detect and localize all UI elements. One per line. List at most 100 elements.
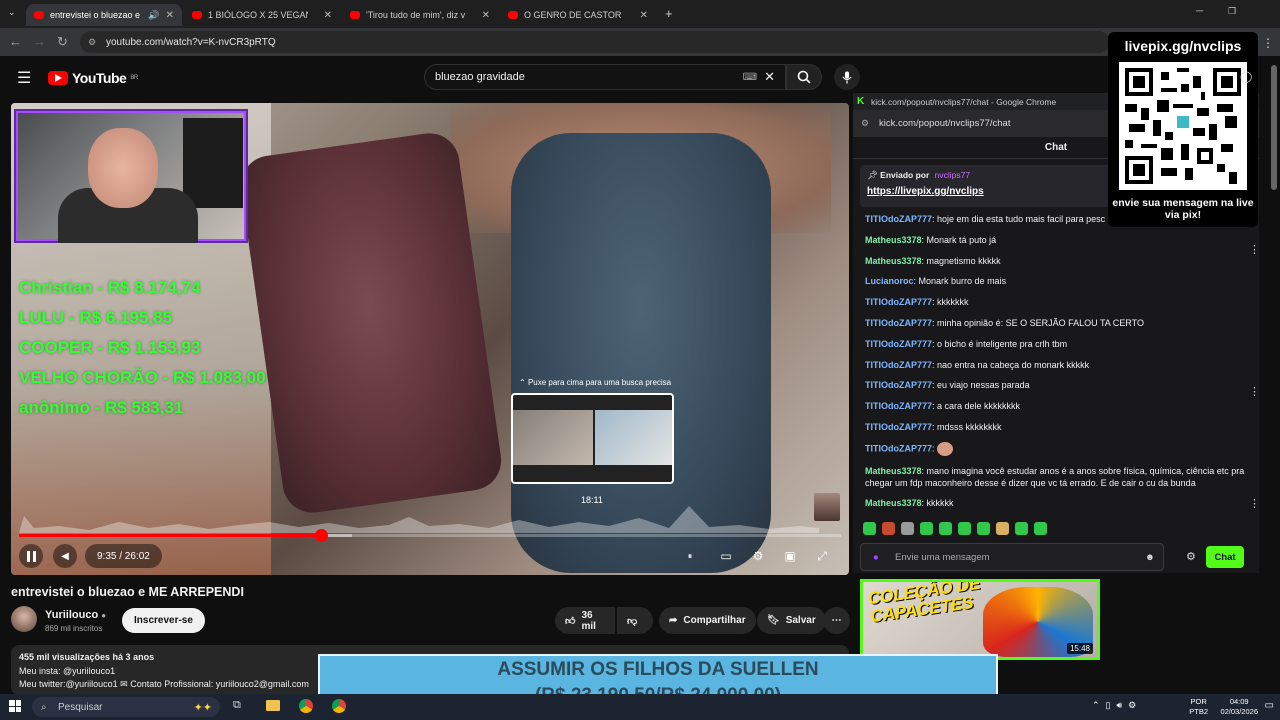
tab-4-close-icon[interactable]: ✕ xyxy=(640,10,648,21)
donor-item: anônimo - R$ 583,31 xyxy=(19,398,184,417)
tab-1-close-icon[interactable]: ✕ xyxy=(166,10,174,21)
chat-more-icon[interactable]: ⋮ xyxy=(1249,385,1260,398)
forward-icon[interactable]: → xyxy=(33,34,46,49)
pinned-message[interactable]: 📌︎ Enviado por nvclips77 https://livepix… xyxy=(860,165,1115,207)
clock-time: 04:09 xyxy=(1229,697,1249,706)
volume-button[interactable]: ◀ xyxy=(53,544,77,568)
chat-message-input[interactable]: ● Envie uma mensagem ☻ xyxy=(860,543,1164,571)
chrome-icon[interactable] xyxy=(299,699,313,713)
chat-more-icon[interactable]: ⋮ xyxy=(1249,243,1260,256)
tab-2-close-icon[interactable]: ✕ xyxy=(324,10,332,21)
recommended-video-thumbnail[interactable]: COLEÇÃO DE CAPACETES 15:48 xyxy=(860,579,1100,660)
more-actions-button[interactable]: ⋯ xyxy=(823,607,850,634)
chat-username[interactable]: Matheus3378 xyxy=(865,498,922,508)
progress-bar[interactable] xyxy=(19,529,841,542)
file-explorer-icon[interactable] xyxy=(266,700,280,711)
site-info-icon[interactable]: ⚙ xyxy=(88,37,96,48)
minimize-icon[interactable]: ─ xyxy=(1196,6,1203,17)
chat-username[interactable]: TITIOdoZAP777 xyxy=(865,422,932,432)
chat-username[interactable]: TITIOdoZAP777 xyxy=(865,401,932,411)
notifications-icon[interactable]: ▭ xyxy=(1265,700,1274,711)
tab-1[interactable]: entrevistei o bluezao e ME A 🔊 ✕ xyxy=(26,4,182,26)
dislike-button[interactable]: 👎︎ xyxy=(617,607,653,634)
menu-icon[interactable]: ☰ xyxy=(17,68,31,88)
task-view-icon[interactable]: ⧉ xyxy=(233,699,241,712)
emote-icon[interactable] xyxy=(1034,522,1047,535)
emote-icon[interactable] xyxy=(996,522,1009,535)
share-button[interactable]: ➦ Compartilhar xyxy=(659,607,756,634)
fullscreen-icon[interactable]: ⤢ xyxy=(812,546,832,566)
chat-username[interactable]: Matheus3378 xyxy=(865,466,922,476)
emoji-icon[interactable]: ☻ xyxy=(1145,552,1155,563)
emote-icon[interactable] xyxy=(939,522,952,535)
chat-username[interactable]: TITIOdoZAP777 xyxy=(865,380,932,390)
reload-icon[interactable]: ↻ xyxy=(57,34,68,50)
taskbar-clock[interactable]: 04:09 02/03/2026 xyxy=(1220,697,1258,717)
subtitles-icon[interactable]: ▭ xyxy=(716,546,736,566)
chat-username[interactable]: Matheus3378 xyxy=(865,256,922,266)
chat-username[interactable]: TITIOdoZAP777 xyxy=(865,318,932,328)
restore-icon[interactable]: ❐ xyxy=(1228,6,1236,17)
emote-icon[interactable] xyxy=(882,522,895,535)
youtube-logo[interactable]: YouTube BR xyxy=(48,70,138,86)
autoplay-toggle-icon[interactable]: ⏸ xyxy=(680,546,700,566)
pinned-user: nvclips77 xyxy=(934,170,971,180)
emote-icon[interactable] xyxy=(977,522,990,535)
input-language[interactable]: POR PTB2 xyxy=(1189,697,1208,717)
tab-3-close-icon[interactable]: ✕ xyxy=(482,10,490,21)
chat-username[interactable]: TITIOdoZAP777 xyxy=(865,214,932,224)
pause-button[interactable] xyxy=(19,544,43,568)
search-input[interactable]: bluezao gravidade ⌨ ✕ xyxy=(424,64,786,90)
emote-icon[interactable] xyxy=(920,522,933,535)
microphone-icon[interactable]: ● xyxy=(873,552,879,563)
tab-2[interactable]: 1 BIÓLOGO X 25 VEGANOS | Fl ✕ xyxy=(184,4,340,26)
channel-name[interactable]: Yuriilouco ● xyxy=(45,609,106,621)
like-button[interactable]: 👍︎ 36 mil xyxy=(555,607,615,634)
chat-message: TITIOdoZAP777: mdsss kkkkkkkk xyxy=(865,421,1002,432)
save-button[interactable]: 🔖︎ Salvar xyxy=(757,607,826,634)
emote-icon[interactable] xyxy=(863,522,876,535)
video-player[interactable]: Christian - R$ 8.174,74 LULU - R$ 6.195,… xyxy=(11,103,849,575)
clear-search-icon[interactable]: ✕ xyxy=(764,69,775,85)
chat-username[interactable]: TITIOdoZAP777 xyxy=(865,297,932,307)
pinned-link[interactable]: https://livepix.gg/nvclips xyxy=(867,186,1108,197)
miniplayer-icon[interactable]: ▣ xyxy=(780,546,800,566)
page-scrollbar[interactable] xyxy=(1271,65,1277,190)
emote-bar[interactable] xyxy=(863,522,1047,535)
channel-name-text: Yuriilouco xyxy=(45,609,99,621)
channel-avatar[interactable] xyxy=(11,606,37,632)
chat-send-button[interactable]: Chat xyxy=(1206,546,1244,568)
progress-scrubber[interactable] xyxy=(315,529,329,542)
chat-username[interactable]: TITIOdoZAP777 xyxy=(865,443,932,453)
keyboard-icon[interactable]: ⌨ xyxy=(743,72,757,83)
voice-search-button[interactable] xyxy=(834,64,860,90)
emote-icon[interactable] xyxy=(901,522,914,535)
new-tab-icon[interactable]: + xyxy=(665,6,673,21)
tab-4[interactable]: O GENRO DE CASTOR DE ANDI ✕ xyxy=(500,4,656,26)
chat-username[interactable]: TITIOdoZAP777 xyxy=(865,360,932,370)
tray-icons[interactable]: ⌃▯🔊︎⚙ xyxy=(1092,700,1142,711)
tab-3[interactable]: 'Tirou tudo de mim', diz vítima ✕ xyxy=(342,4,498,26)
emote-icon[interactable] xyxy=(958,522,971,535)
browser-menu-icon[interactable]: ⋮ xyxy=(1262,36,1274,50)
emote-face-icon xyxy=(937,441,954,456)
back-icon[interactable]: ← xyxy=(9,34,22,49)
taskbar-search[interactable]: ⌕ Pesquisar ✦✦ xyxy=(32,697,220,717)
video-title: entrevistei o bluezao e ME ARREPENDI xyxy=(11,585,244,599)
chat-username[interactable]: Lucianoroc xyxy=(865,276,914,286)
subscribe-button[interactable]: Inscrever-se xyxy=(122,608,205,633)
chrome-icon[interactable] xyxy=(332,699,346,713)
settings-icon[interactable]: ⚙ xyxy=(748,546,768,566)
search-button[interactable] xyxy=(786,64,822,90)
emote-icon[interactable] xyxy=(1015,522,1028,535)
chat-username[interactable]: TITIOdoZAP777 xyxy=(865,339,932,349)
chat-more-icon[interactable]: ⋮ xyxy=(1249,497,1260,510)
url-input[interactable]: ⚙ youtube.com/watch?v=K-nvCR3pRTQ xyxy=(80,31,1110,53)
chat-text: o bicho é inteligente pra crlh tbm xyxy=(937,338,1068,349)
tab-list-chevron-icon[interactable]: ⌄ xyxy=(8,7,16,18)
chat-text: kkkkkkk xyxy=(937,297,969,308)
chat-username[interactable]: Matheus3378 xyxy=(865,235,922,245)
chat-settings-icon[interactable]: ⚙ xyxy=(1186,550,1196,563)
windows-start-icon[interactable] xyxy=(9,700,21,712)
profile-icon[interactable]: ◯ xyxy=(1240,70,1252,83)
